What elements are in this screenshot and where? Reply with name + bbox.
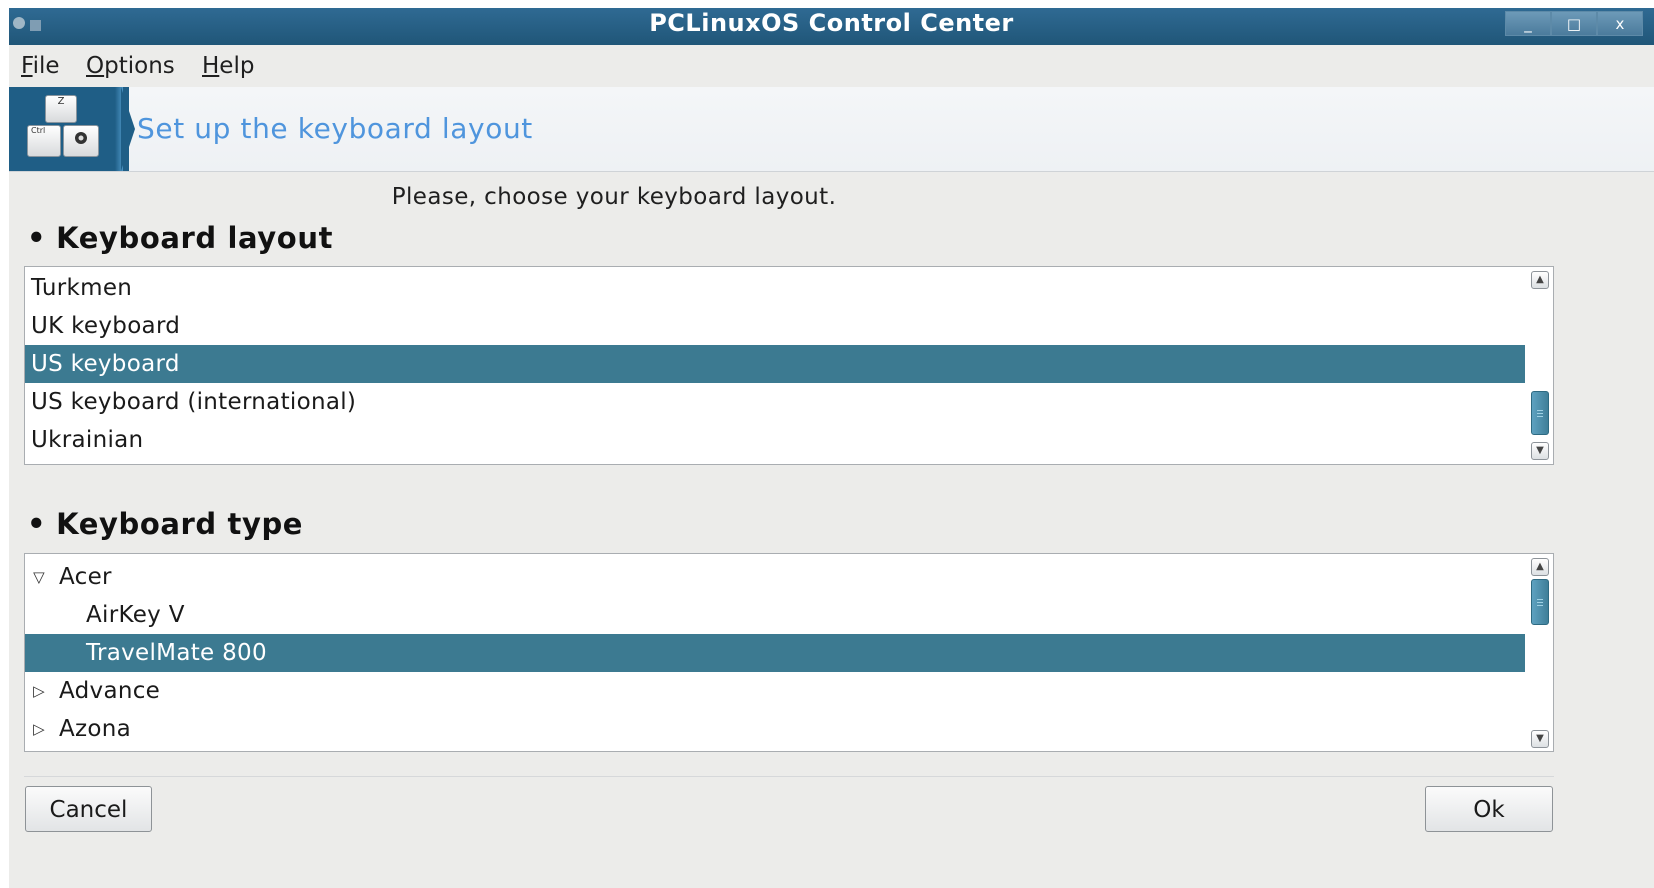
desktop: PCLinuxOS Control Center _ □ x File Opti… — [0, 0, 1654, 888]
scroll-up-arrow-icon[interactable]: ▲ — [1531, 558, 1549, 576]
separator — [24, 776, 1554, 777]
bullet: • — [27, 507, 47, 541]
keyboard-keys-icon: Z Ctrl — [9, 87, 129, 171]
menu-help-mnemonic: H — [202, 53, 220, 79]
menu-options[interactable]: Options — [86, 45, 175, 87]
key-ctrl-icon: Ctrl — [27, 125, 61, 157]
layout-list-scrollbar[interactable]: ▲ ▼ — [1525, 267, 1553, 464]
list-item[interactable]: Turkmen — [25, 269, 1526, 307]
scroll-thumb[interactable] — [1531, 579, 1549, 625]
list-item-selected[interactable]: US keyboard — [25, 345, 1526, 383]
menu-help-label: elp — [219, 53, 255, 79]
tree-item-selected[interactable]: TravelMate 800 — [25, 634, 1526, 672]
window-title: PCLinuxOS Control Center — [649, 9, 1014, 37]
header-banner: Z Ctrl Set up the keyboard layout — [9, 87, 1654, 172]
menu-help[interactable]: Help — [202, 45, 254, 87]
window-controls: _ □ x — [1505, 11, 1650, 38]
menu-bar: File Options Help — [9, 45, 1654, 87]
tree-item-label: Advance — [59, 678, 161, 704]
key-z-icon: Z — [45, 95, 77, 123]
scroll-thumb[interactable] — [1531, 391, 1549, 435]
banner-title: Set up the keyboard layout — [137, 112, 533, 145]
tree-item-azona[interactable]: ▷ Azona — [25, 710, 1526, 748]
maximize-button[interactable]: □ — [1551, 11, 1597, 36]
expanded-triangle-icon[interactable]: ▽ — [29, 558, 49, 596]
tree-item-label: AirKey V — [86, 602, 185, 628]
tree-item-label: TravelMate 800 — [86, 640, 267, 666]
list-item[interactable]: Ukrainian — [25, 421, 1526, 459]
menu-file-mnemonic: F — [21, 53, 33, 79]
list-item[interactable]: UK keyboard — [25, 307, 1526, 345]
keyboard-layout-title: Keyboard layout — [56, 221, 334, 255]
bullet: • — [27, 221, 47, 255]
tree-item-label: Azona — [59, 716, 132, 742]
keyboard-type-tree[interactable]: ▽ Acer AirKey V TravelMate 800 ▷ Advance… — [24, 553, 1554, 752]
minimize-button[interactable]: _ — [1505, 11, 1551, 36]
tree-item-advance[interactable]: ▷ Advance — [25, 672, 1526, 710]
collapsed-triangle-icon[interactable]: ▷ — [29, 672, 49, 710]
keyboard-type-title: Keyboard type — [56, 507, 304, 541]
list-item-label: Ukrainian — [31, 427, 144, 453]
list-item-label: UK keyboard — [31, 313, 181, 339]
list-item[interactable]: US keyboard (international) — [25, 383, 1526, 421]
control-center-window: PCLinuxOS Control Center _ □ x File Opti… — [9, 8, 1654, 888]
key-logo-icon — [63, 125, 99, 157]
scroll-up-arrow-icon[interactable]: ▲ — [1531, 271, 1549, 289]
tree-item-acer[interactable]: ▽ Acer — [25, 558, 1526, 596]
tree-item-label: Acer — [59, 564, 112, 590]
type-tree-scrollbar[interactable]: ▲ ▼ — [1525, 554, 1553, 751]
list-item-label: US keyboard (international) — [31, 389, 357, 415]
keyboard-layout-heading: • Keyboard layout — [27, 221, 333, 255]
ok-button[interactable]: Ok — [1425, 786, 1553, 832]
list-item-label: US keyboard — [31, 351, 180, 377]
tree-item[interactable]: AirKey V — [25, 596, 1526, 634]
scroll-down-arrow-icon[interactable]: ▼ — [1531, 442, 1549, 460]
close-button[interactable]: x — [1597, 11, 1643, 36]
collapsed-triangle-icon[interactable]: ▷ — [29, 710, 49, 748]
keyboard-type-heading: • Keyboard type — [27, 507, 303, 541]
scroll-down-arrow-icon[interactable]: ▼ — [1531, 730, 1549, 748]
menu-options-mnemonic: O — [86, 53, 105, 79]
list-item-label: Turkmen — [31, 275, 133, 301]
cancel-button[interactable]: Cancel — [25, 786, 152, 832]
title-bar[interactable]: PCLinuxOS Control Center _ □ x — [9, 8, 1654, 45]
menu-file[interactable]: File — [21, 45, 60, 87]
menu-file-label: ile — [32, 53, 60, 79]
instruction-text: Please, choose your keyboard layout. — [391, 184, 837, 210]
menu-options-label: ptions — [104, 53, 175, 79]
keyboard-layout-list[interactable]: Turkmen UK keyboard US keyboard US keybo… — [24, 266, 1554, 465]
